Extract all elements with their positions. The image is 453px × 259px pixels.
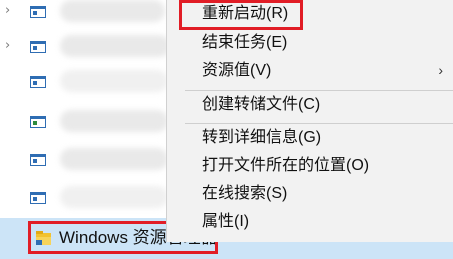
menu-item-end-task[interactable]: 结束任务(E) bbox=[202, 32, 287, 54]
menu-item-properties[interactable]: 属性(I) bbox=[202, 211, 249, 233]
expand-chevron-icon[interactable]: › bbox=[5, 39, 15, 53]
process-name-blurred bbox=[60, 70, 168, 92]
menu-separator bbox=[185, 123, 453, 124]
menu-item-resource-values[interactable]: 资源值(V) bbox=[202, 60, 271, 82]
submenu-arrow-icon: › bbox=[438, 62, 443, 78]
app-window-icon bbox=[30, 6, 46, 18]
app-window-icon bbox=[30, 41, 46, 53]
menu-item-open-file-location[interactable]: 打开文件所在的位置(O) bbox=[202, 155, 369, 177]
process-name-blurred bbox=[60, 35, 170, 57]
expand-chevron-icon[interactable]: › bbox=[5, 4, 15, 18]
process-name-blurred bbox=[60, 110, 168, 132]
restart-highlight-box bbox=[179, 0, 303, 30]
process-name-blurred bbox=[60, 0, 165, 22]
process-name-blurred bbox=[60, 186, 168, 208]
app-window-icon-green bbox=[30, 116, 46, 128]
menu-item-search-online[interactable]: 在线搜索(S) bbox=[202, 183, 287, 205]
menu-item-create-dump-file[interactable]: 创建转储文件(C) bbox=[202, 94, 320, 116]
menu-separator bbox=[185, 90, 453, 91]
context-menu: 重新启动(R) 结束任务(E) 资源值(V) › 创建转储文件(C) 转到详细信… bbox=[166, 0, 453, 242]
process-name-blurred bbox=[60, 148, 168, 170]
menu-item-go-to-details[interactable]: 转到详细信息(G) bbox=[202, 127, 321, 149]
app-window-icon bbox=[30, 76, 46, 88]
app-window-icon bbox=[30, 154, 46, 166]
app-window-icon bbox=[30, 192, 46, 204]
